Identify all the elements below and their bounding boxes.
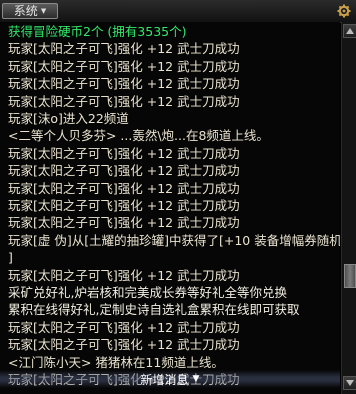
chat-line: 玩家[太阳之子可飞]强化 +12 武士刀成功 — [8, 198, 240, 213]
tab-system-label: 系统 — [13, 4, 38, 18]
chat-line: 玩家[太阳之子可飞]强化 +12 武士刀成功 — [8, 76, 240, 92]
tab-system[interactable]: 系统 ▼ — [2, 3, 58, 19]
chat-line: 玩家[太阳之子可飞]强化 +12 武士刀成功 — [8, 180, 240, 196]
scroll-thumb[interactable] — [344, 264, 356, 288]
chat-line: 玩家[太阳之子可飞]强化 +12 武士刀成功 — [8, 215, 240, 231]
arrow-down-icon: ▼ — [192, 374, 200, 384]
chat-line: 玩家[太阳之子可飞]强化 +12 武士刀成功 — [8, 337, 240, 353]
new-message-button[interactable]: 新增消息 ▼ — [0, 370, 340, 388]
chat-header: 系统 ▼ — [0, 0, 356, 23]
chat-line: ] — [8, 250, 13, 266]
chat-log[interactable]: 获得冒险硬币2个 (拥有3535个) 玩家[太阳之子可飞]强化 +12 武士刀成功… — [0, 22, 340, 394]
chat-scrollbar[interactable] — [341, 22, 356, 394]
chat-line: 玩家[太阳之子可飞]强化 +12 武士刀成功 — [8, 163, 240, 179]
chat-line: 玩家[太阳之子可飞]强化 +12 武士刀成功 — [8, 41, 240, 57]
chat-line: 玩家[虚 伪]从[土耀的抽珍罐]中获得了[+10 装备增幅券随机礼盒 — [8, 232, 340, 248]
chat-line: <江门陈小天> 猪猪林在11频道上线。 — [8, 354, 224, 370]
chat-line: 玩家[太阳之子可飞]强化 +12 武士刀成功 — [8, 267, 240, 283]
triangle-down-icon — [346, 380, 354, 386]
scroll-up-button[interactable] — [343, 24, 356, 38]
chat-line: <二等个人贝多芬> ...轰然\炮...在8频道上线。 — [8, 128, 269, 144]
triangle-up-icon — [346, 28, 354, 34]
chat-line: 累积在线得好礼,定制史诗自选礼盒累积在线即可获取 — [8, 302, 300, 318]
chat-line: 玩家[太阳之子可飞]强化 +12 武士刀成功 — [8, 93, 240, 109]
chat-line: 玩家[沫o]进入22频道 — [8, 111, 129, 126]
chat-line: 获得冒险硬币2个 (拥有3535个) — [8, 24, 187, 39]
new-message-label: 新增消息 — [140, 372, 189, 387]
triangle-down-icon: ▼ — [40, 7, 47, 15]
chat-line: 玩家[太阳之子可飞]强化 +12 武士刀成功 — [8, 319, 240, 335]
gear-icon[interactable] — [336, 3, 352, 19]
chat-line: 采矿兑好礼,炉岩核和完美成长券等好礼全等你兑换 — [8, 285, 287, 300]
chat-line: 玩家[太阳之子可飞]强化 +12 武士刀成功 — [8, 145, 240, 161]
chat-line: 玩家[太阳之子可飞]强化 +12 武士刀成功 — [8, 58, 240, 74]
scroll-down-button[interactable] — [343, 376, 356, 390]
